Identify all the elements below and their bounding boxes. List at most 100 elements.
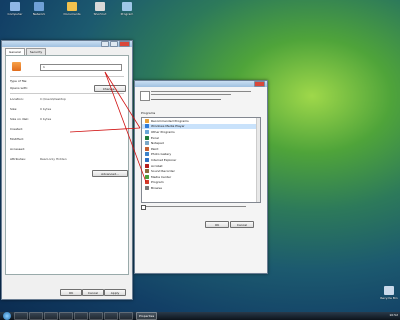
property-value: Read-only Hidden (40, 157, 67, 161)
dialog-cancel-button[interactable]: Cancel (230, 221, 254, 228)
program-label: Other Programs (151, 129, 175, 134)
dialog-icon (140, 91, 150, 101)
maximize-button[interactable] (110, 41, 118, 47)
program-icon (145, 141, 149, 146)
network-icon (34, 2, 44, 11)
property-row: Modified: (10, 136, 124, 142)
programs-label: Programs (141, 111, 156, 115)
property-row: Created: (10, 126, 124, 132)
file-name-text (151, 99, 221, 100)
desktop-icon[interactable]: Shortcut (91, 2, 109, 20)
property-row: Attributes: Read-only Hidden (10, 156, 124, 162)
desktop-icon-label: Recycle Bin (380, 296, 398, 300)
program-label: Excel (151, 135, 159, 140)
quicklaunch-1[interactable] (14, 312, 28, 320)
property-key: Created: (10, 127, 23, 131)
quicklaunch-7[interactable] (104, 312, 118, 320)
taskbar: Properties 10:52 (0, 312, 400, 320)
program-label: Program (151, 180, 164, 185)
desktop-icon-label: Computer (7, 12, 23, 16)
property-value: 0 bytes (40, 107, 52, 111)
apply-button[interactable]: Apply (104, 289, 126, 296)
property-row: Location: C:\Users\Desktop (10, 96, 124, 102)
desktop-icon-label: Program (120, 12, 134, 16)
computer-icon (10, 2, 20, 11)
desktop-icon[interactable]: Computer (6, 2, 24, 20)
shortcut-icon (95, 2, 105, 11)
cancel-button[interactable]: Cancel (82, 289, 104, 296)
quicklaunch-3[interactable] (44, 312, 58, 320)
advanced-button[interactable]: Advanced... (92, 170, 128, 177)
program-label: Acrobat (151, 163, 163, 168)
tab-security[interactable]: Security (25, 48, 47, 55)
dialog-ok-button[interactable]: OK (205, 221, 229, 228)
desktop-icon-label: Network (32, 12, 46, 16)
close-button[interactable] (119, 41, 130, 47)
program-icon (145, 180, 149, 185)
quicklaunch-8[interactable] (119, 312, 133, 320)
property-key: Size: (10, 107, 18, 111)
desktop-icon[interactable]: Network (30, 2, 48, 20)
program-icon (145, 185, 149, 190)
type-label: Type of file: (10, 79, 28, 83)
property-row: Accessed: (10, 146, 124, 152)
opens-with-label: Opens with: (10, 86, 28, 90)
properties-panel: 1 Type of file: Opens with: Change... Lo… (5, 55, 129, 275)
quicklaunch-4[interactable] (59, 312, 73, 320)
ok-button[interactable]: OK (60, 289, 82, 296)
property-row: Size on disk: 0 bytes (10, 116, 124, 122)
tab-general[interactable]: General (5, 48, 25, 55)
property-value: C:\Users\Desktop (40, 97, 66, 101)
property-key: Attributes: (10, 157, 26, 161)
property-row: Size: 0 bytes (10, 106, 124, 112)
program-label: Internet Explorer (151, 157, 177, 162)
minimize-button[interactable] (101, 41, 109, 47)
property-value: 0 bytes (40, 117, 52, 121)
desktop-icon[interactable]: Recycle Bin (380, 286, 398, 304)
programs-list[interactable]: Recommended Programs Windows Media Player… (141, 117, 261, 203)
program-icon (145, 135, 149, 140)
program-label: Windows Media Player (151, 124, 185, 129)
change-button[interactable]: Change... (94, 85, 126, 92)
program-icon (145, 129, 149, 134)
scrollbar[interactable] (256, 118, 260, 202)
program-label: Photo Gallery (151, 152, 172, 157)
folder-icon (67, 2, 77, 11)
clock: 10:52 (389, 313, 398, 317)
quicklaunch-2[interactable] (29, 312, 43, 320)
program-item[interactable]: Browse (142, 185, 260, 191)
app-icon (122, 2, 132, 11)
always-use-text (146, 206, 246, 207)
program-label: Recommended Programs (151, 118, 189, 123)
open-with-dialog: Programs Recommended Programs Windows Med… (134, 80, 268, 274)
recycle-bin-icon (384, 286, 394, 295)
taskbar-task[interactable]: Properties (136, 312, 158, 320)
program-icon (145, 118, 149, 123)
property-key: Modified: (10, 137, 24, 141)
program-icon (145, 174, 149, 179)
program-icon (145, 152, 149, 157)
quicklaunch-5[interactable] (74, 312, 88, 320)
desktop-icon-label: Documents (63, 12, 81, 16)
program-icon (145, 169, 149, 174)
program-label: Notepad (151, 141, 164, 146)
program-label: Paint (151, 146, 159, 151)
property-key: Size on disk: (10, 117, 29, 121)
desktop-icon[interactable]: Program (118, 2, 136, 20)
start-button[interactable] (3, 312, 11, 320)
property-key: Location: (10, 97, 24, 101)
program-label: Media Center (151, 174, 172, 179)
program-label: Sound Recorder (151, 169, 175, 174)
file-type-icon (12, 62, 21, 71)
program-icon (145, 157, 149, 162)
properties-window: General Security 1 Type of file: Opens w… (1, 40, 133, 300)
description-text (151, 91, 251, 95)
program-icon (145, 163, 149, 168)
desktop-icon[interactable]: Documents (63, 2, 81, 20)
quicklaunch-6[interactable] (89, 312, 103, 320)
program-icon (145, 124, 149, 129)
program-icon (145, 146, 149, 151)
property-key: Accessed: (10, 147, 26, 151)
file-name-field[interactable]: 1 (40, 64, 122, 71)
desktop-icon-label: Shortcut (93, 12, 107, 16)
